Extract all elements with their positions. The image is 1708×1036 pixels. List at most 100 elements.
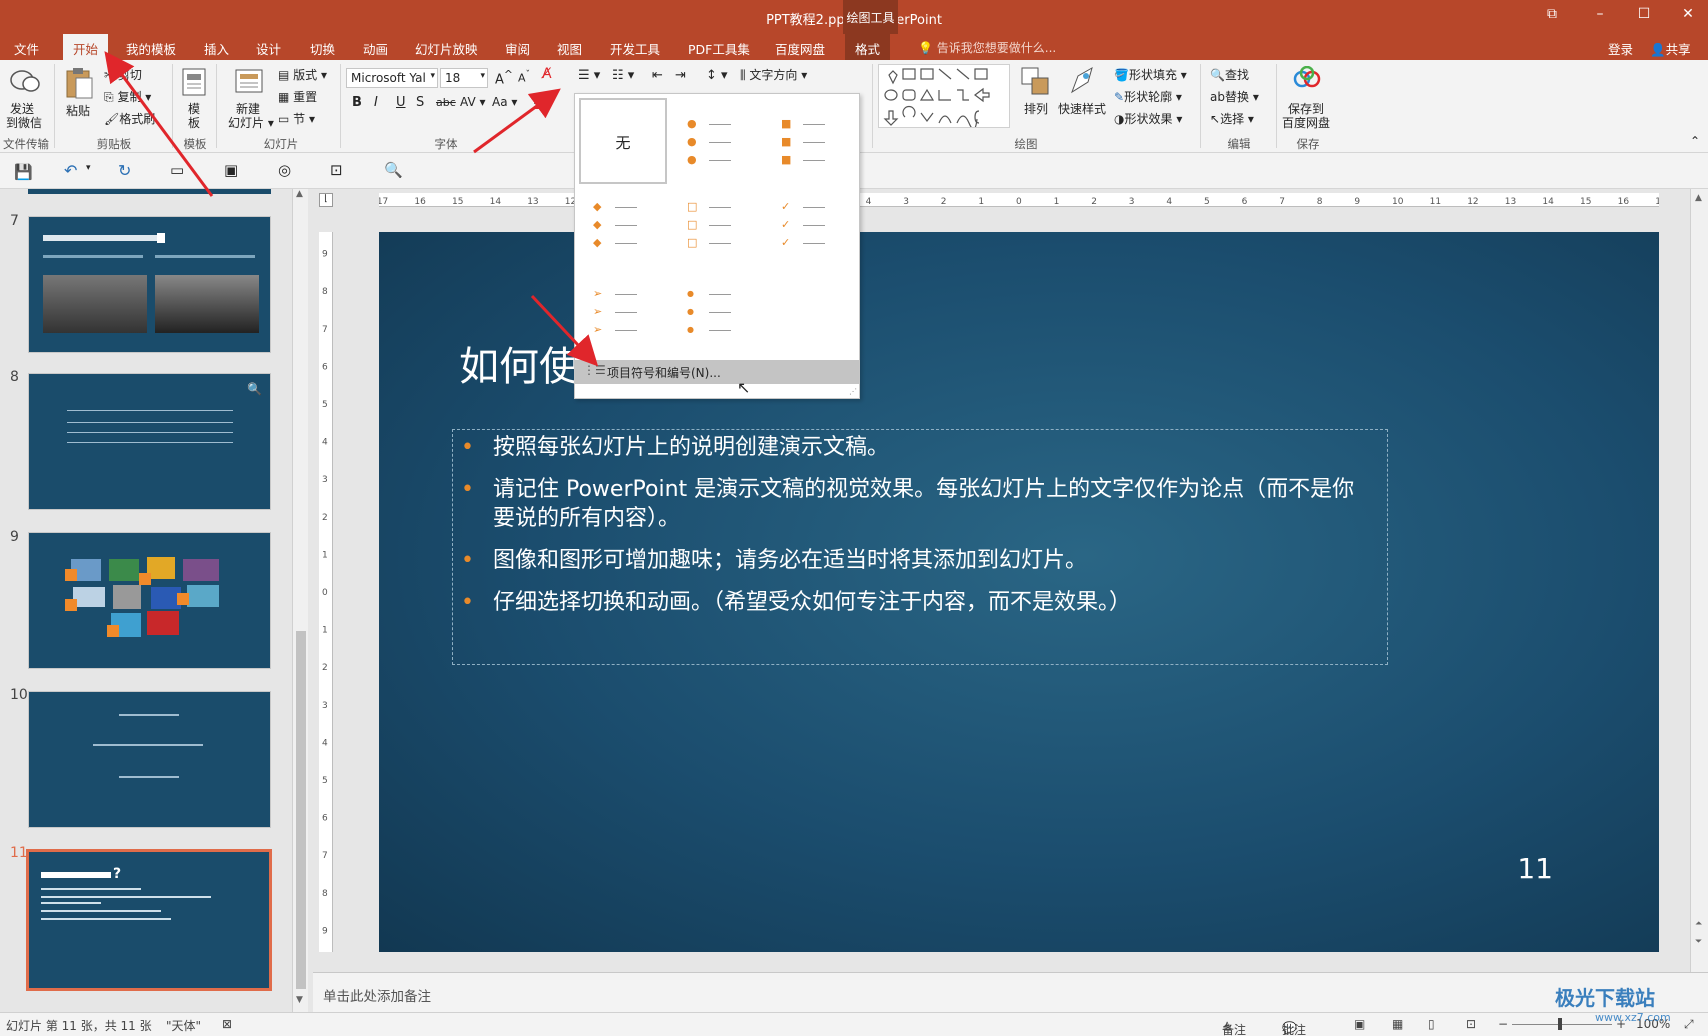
tab-insert[interactable]: 插入: [204, 34, 229, 60]
font-shrink-icon[interactable]: Aˇ: [518, 69, 530, 85]
tab-my-templates[interactable]: 我的模板: [126, 34, 176, 60]
baidu-pan-icon[interactable]: [1292, 65, 1322, 95]
wechat-send-icon[interactable]: [10, 68, 40, 94]
bullet-option-hollow-square[interactable]: □ □ □: [673, 186, 761, 272]
text-shadow-icon[interactable]: S: [416, 95, 424, 110]
shape-outline-button[interactable]: ✎形状轮廓 ▾: [1114, 88, 1182, 105]
decrease-indent-icon[interactable]: ⇤: [652, 68, 663, 83]
paste-icon[interactable]: [64, 66, 94, 103]
minimize-icon[interactable]: –: [1586, 6, 1614, 28]
slide-thumbnail-10[interactable]: [28, 691, 271, 828]
select-button[interactable]: ↖选择 ▾: [1210, 110, 1254, 127]
save-baidu-label-2[interactable]: 百度网盘: [1282, 114, 1330, 131]
section-button[interactable]: ▭ 节 ▾: [278, 110, 315, 127]
paste-label[interactable]: 粘贴: [66, 102, 90, 119]
tab-baidu-pan[interactable]: 百度网盘: [775, 34, 825, 60]
bullets-button[interactable]: ☰ ▾: [578, 68, 600, 83]
scroll-up-icon[interactable]: ▲: [1695, 193, 1702, 203]
slide-layout-icon[interactable]: ▣: [224, 161, 238, 179]
print-preview-icon[interactable]: 🔍: [384, 161, 403, 179]
zoom-out-icon[interactable]: −: [1498, 1017, 1508, 1031]
undo-icon[interactable]: ↶: [64, 161, 77, 180]
bullets-and-numbering-menu-item[interactable]: ⋮☰ 项目符号和编号(N)...: [575, 360, 859, 384]
previous-slide-thumbnail-edge[interactable]: [28, 189, 271, 194]
slide-thumbnail-8[interactable]: 🔍: [28, 373, 271, 510]
line-spacing-icon[interactable]: ↕ ▾: [706, 68, 728, 83]
scroll-down-icon[interactable]: ▼: [296, 995, 303, 1005]
slide-thumbnail-7[interactable]: [28, 216, 271, 353]
reading-view-icon[interactable]: ▯: [1428, 1017, 1435, 1031]
tab-design[interactable]: 设计: [256, 34, 281, 60]
horizontal-ruler[interactable]: 1716151413121110987654321012345678910111…: [377, 193, 1667, 207]
login-link[interactable]: 登录: [1608, 39, 1633, 58]
next-slide-icon[interactable]: ⏷: [1695, 937, 1702, 947]
zoom-slider[interactable]: [1512, 1024, 1612, 1025]
bullet-option-filled-square[interactable]: ■ ■ ■: [767, 98, 855, 184]
font-name-select[interactable]: Microsoft Yal ▾: [346, 68, 438, 88]
thumbnail-scrollbar[interactable]: ▲ ▼: [292, 189, 308, 1012]
tab-transitions[interactable]: 切换: [310, 34, 335, 60]
tab-review[interactable]: 审阅: [505, 34, 530, 60]
resize-grip-icon[interactable]: ⋰: [849, 387, 857, 396]
bullet-option-small-dot[interactable]: ● ● ●: [673, 274, 761, 360]
save-icon[interactable]: 💾: [14, 163, 33, 181]
vertical-ruler[interactable]: 9 8 7 6 5 4 3 2 1 0 1 2 3 4 5 6 7 8 9: [319, 232, 333, 952]
tab-slideshow[interactable]: 幻灯片放映: [415, 34, 478, 60]
arrange-icon[interactable]: [1020, 66, 1050, 99]
spell-check-icon[interactable]: ⊠: [222, 1017, 232, 1031]
find-button[interactable]: 🔍查找: [1210, 66, 1249, 83]
editor-scrollbar[interactable]: ▲ ⏶ ⏷: [1690, 189, 1708, 972]
slide-sorter-icon[interactable]: ▦: [1392, 1017, 1403, 1031]
notes-pane[interactable]: 单击此处添加备注: [313, 972, 1708, 1012]
slide-thumbnail-9[interactable]: [28, 532, 271, 669]
tab-animations[interactable]: 动画: [363, 34, 388, 60]
maximize-icon[interactable]: ☐: [1630, 6, 1658, 28]
notes-placeholder[interactable]: 单击此处添加备注: [323, 985, 431, 1005]
tab-view[interactable]: 视图: [557, 34, 582, 60]
start-from-beginning-icon[interactable]: ▭: [170, 161, 184, 179]
font-color-icon[interactable]: A: [534, 92, 544, 108]
bullet-option-none[interactable]: 无: [579, 98, 667, 184]
bold-icon[interactable]: B: [352, 95, 362, 110]
text-direction-button[interactable]: ⫼ 文字方向 ▾: [740, 66, 807, 83]
tell-me-search[interactable]: 💡 告诉我您想要做什么...: [918, 39, 1056, 56]
bullet-option-arrowhead[interactable]: ➢ ➢ ➢: [579, 274, 667, 360]
shape-fill-button[interactable]: 🪣形状填充 ▾: [1114, 66, 1187, 83]
previous-slide-icon[interactable]: ⏶: [1695, 919, 1702, 929]
tab-format[interactable]: 格式: [845, 34, 891, 60]
replace-button[interactable]: ab替换 ▾: [1210, 88, 1259, 105]
tab-home[interactable]: 开始: [63, 34, 109, 60]
font-grow-icon[interactable]: A^: [495, 68, 513, 87]
clear-formatting-icon[interactable]: A̸: [542, 66, 552, 82]
tab-file[interactable]: 文件: [14, 34, 39, 60]
char-spacing-icon[interactable]: AV ▾: [460, 95, 486, 109]
template-icon[interactable]: [182, 68, 206, 99]
bullet-option-filled-circle[interactable]: ● ● ●: [673, 98, 761, 184]
slide-title[interactable]: 如何使: [459, 334, 579, 392]
touch-mode-icon[interactable]: ◎: [278, 161, 291, 179]
fit-to-window-icon[interactable]: ⤢: [1684, 1017, 1694, 1032]
slide-thumbnail-11[interactable]: ?: [26, 849, 272, 991]
shapes-gallery[interactable]: [878, 64, 1010, 130]
bullet-option-checkmark[interactable]: ✓ ✓ ✓: [767, 186, 855, 272]
collapse-ribbon-icon[interactable]: ⌃: [1690, 134, 1700, 148]
layout-button[interactable]: ▤ 版式 ▾: [278, 66, 327, 83]
share-button[interactable]: 👤共享: [1650, 39, 1691, 58]
undo-dropdown-icon[interactable]: ▾: [86, 163, 91, 173]
tab-pdf-tools[interactable]: PDF工具集: [688, 34, 750, 60]
quick-styles-icon[interactable]: [1068, 66, 1098, 99]
underline-icon[interactable]: U: [396, 95, 406, 110]
tab-developer[interactable]: 开发工具: [610, 34, 660, 60]
cut-button[interactable]: ✂ 剪切: [104, 66, 142, 83]
increase-indent-icon[interactable]: ⇥: [675, 68, 686, 83]
presentation-icon[interactable]: ⊡: [330, 161, 343, 179]
italic-icon[interactable]: I: [374, 95, 378, 110]
quick-styles-label[interactable]: 快速样式: [1058, 100, 1106, 117]
numbering-button[interactable]: ☷ ▾: [612, 68, 634, 83]
content-placeholder[interactable]: • 按照每张幻灯片上的说明创建演示文稿。 • 请记住 PowerPoint 是演…: [452, 429, 1388, 665]
copy-button[interactable]: ⎘ 复制 ▾: [104, 88, 151, 105]
new-slide-label-2[interactable]: 幻灯片 ▾: [228, 114, 274, 131]
arrange-label[interactable]: 排列: [1024, 100, 1048, 117]
restore-icon[interactable]: ⧉: [1538, 6, 1566, 28]
new-slide-icon[interactable]: [234, 66, 264, 99]
